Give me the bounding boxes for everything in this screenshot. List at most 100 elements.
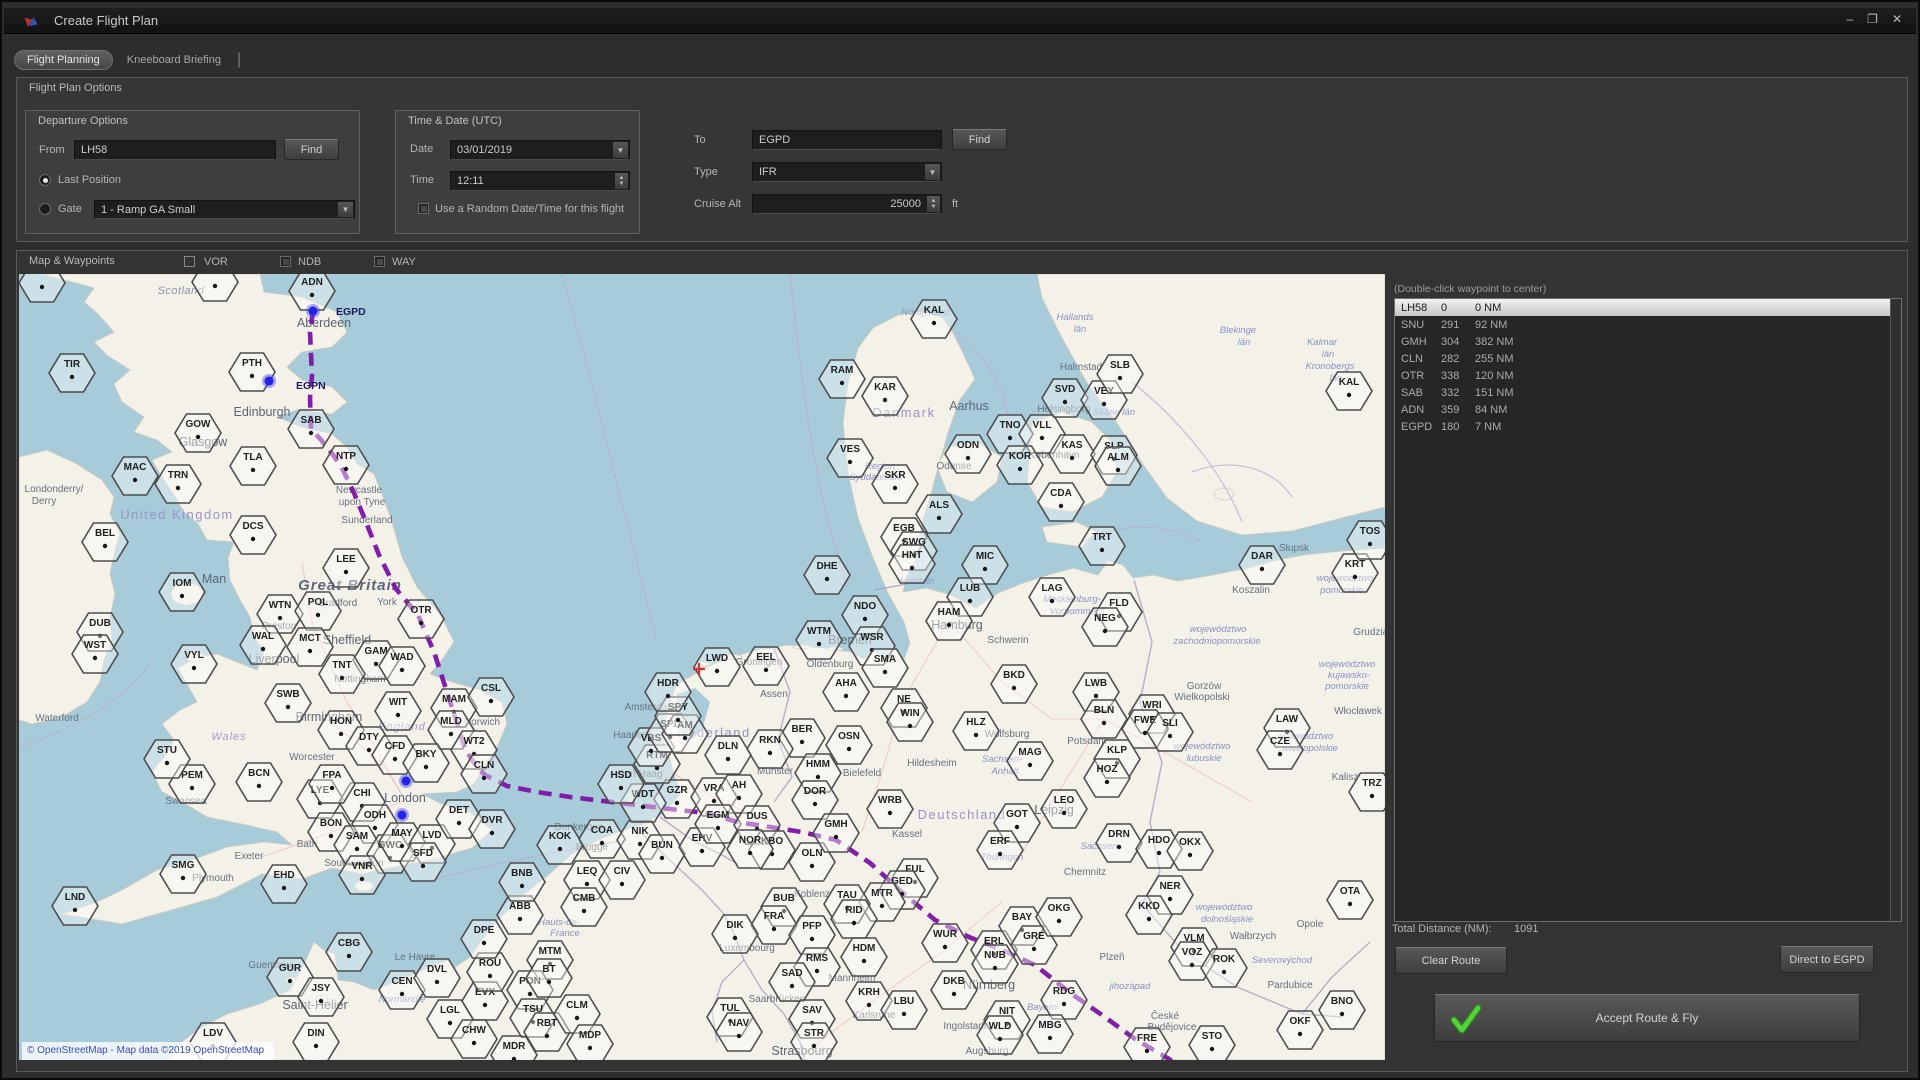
svg-text:SAM: SAM [346, 831, 368, 842]
svg-text:VYL: VYL [184, 650, 203, 661]
tab-flight-planning[interactable]: Flight Planning [14, 50, 113, 70]
ndb-label: NDB [298, 256, 321, 268]
waypoint-list-scrollbar[interactable] [1890, 299, 1901, 921]
svg-text:KAL: KAL [924, 305, 945, 316]
svg-text:HOZ: HOZ [1096, 764, 1117, 775]
svg-text:OSN: OSN [838, 731, 860, 742]
last-position-radio[interactable] [39, 174, 51, 186]
city-label: Hildesheim [907, 758, 956, 769]
city-label: Londonderry/ [25, 484, 84, 495]
svg-text:GUR: GUR [279, 963, 302, 974]
gate-radio[interactable] [39, 203, 51, 215]
tab-separator: | [237, 51, 241, 69]
waypoint-list[interactable]: LH5800 NMSNU29192 NMGMH304382 NMCLN28225… [1394, 298, 1902, 922]
from-find-button[interactable]: Find [284, 139, 339, 160]
svg-text:SAV: SAV [802, 1005, 822, 1016]
waypoint-row-EGPD[interactable]: EGPD1807 NM [1395, 418, 1901, 435]
accept-route-fly-label: Accept Route & Fly [1596, 1011, 1699, 1025]
date-input[interactable]: 03/01/2019▼ [450, 140, 630, 160]
to-find-button[interactable]: Find [952, 129, 1007, 150]
svg-text:BKD: BKD [1003, 670, 1025, 681]
city-label: Kalmar [1307, 337, 1338, 348]
date-dropdown-arrow[interactable]: ▼ [613, 142, 628, 158]
city-label: Deutschland [918, 807, 1007, 822]
svg-text:ROU: ROU [479, 958, 501, 969]
time-input[interactable]: 12:11▲▼ [450, 171, 630, 191]
waypoint-row-SNU[interactable]: SNU29192 NM [1395, 316, 1901, 333]
city-label: län [1322, 349, 1335, 360]
close-button[interactable]: ✕ [1892, 12, 1902, 26]
city-label: United Kingdom [120, 507, 234, 522]
green-check-icon [1449, 1002, 1483, 1036]
svg-text:NDO: NDO [854, 601, 876, 612]
osm-attribution[interactable]: © OpenStreetMap - Map data ©2019 OpenStr… [22, 1042, 274, 1060]
direct-to-egpd-button[interactable]: Direct to EGPD [1780, 946, 1874, 973]
from-input[interactable]: LH58 [74, 140, 276, 160]
waypoint-row-ADN[interactable]: ADN35984 NM [1395, 401, 1901, 418]
random-datetime-checkbox[interactable] [418, 203, 429, 214]
svg-text:RDG: RDG [1053, 986, 1075, 997]
svg-text:RKN: RKN [759, 735, 781, 746]
gate-dropdown-arrow[interactable]: ▼ [338, 202, 353, 217]
type-dropdown-arrow[interactable]: ▼ [925, 164, 940, 180]
svg-text:LWD: LWD [706, 653, 728, 664]
svg-text:DOR: DOR [804, 786, 827, 797]
svg-text:BEL: BEL [95, 528, 115, 539]
app-icon [26, 14, 40, 28]
svg-text:LGL: LGL [440, 1005, 460, 1016]
gate-select[interactable]: 1 - Ramp GA Small▼ [94, 200, 355, 219]
waypoint-row-OTR[interactable]: OTR338120 NM [1395, 367, 1901, 384]
to-input[interactable]: EGPD [752, 130, 942, 150]
waypoint-row-GMH[interactable]: GMH304382 NM [1395, 333, 1901, 350]
svg-text:CSL: CSL [481, 683, 501, 694]
city-label: London [384, 791, 426, 805]
svg-text:PTH: PTH [242, 358, 262, 369]
title-bar: Create Flight Plan – ❐ ✕ [4, 8, 1916, 34]
cruise-alt-input[interactable]: 25000▲▼ [752, 194, 942, 214]
minimize-button[interactable]: – [1846, 12, 1853, 26]
svg-text:WUR: WUR [933, 929, 958, 940]
city-label: Pardubice [1267, 980, 1312, 991]
accept-route-fly-button[interactable]: Accept Route & Fly [1434, 994, 1860, 1042]
svg-text:COA: COA [591, 825, 613, 836]
svg-text:CIV: CIV [614, 866, 631, 877]
maximize-button[interactable]: ❐ [1867, 12, 1878, 26]
type-select[interactable]: IFR▼ [752, 162, 942, 182]
svg-text:TNO: TNO [999, 420, 1020, 431]
svg-text:OTR: OTR [410, 605, 432, 616]
svg-text:SVD: SVD [1055, 384, 1076, 395]
svg-text:CLM: CLM [566, 1000, 588, 1011]
svg-text:HSD: HSD [610, 770, 631, 781]
svg-text:LAW: LAW [1276, 714, 1299, 725]
waypoint-row-LH58[interactable]: LH5800 NM [1395, 299, 1901, 316]
tab-kneeboard-briefing[interactable]: Kneeboard Briefing [113, 51, 235, 69]
svg-text:WAL: WAL [252, 631, 274, 642]
city-label: Halmstad [1060, 362, 1102, 373]
way-checkbox[interactable] [374, 256, 385, 267]
map-canvas[interactable]: ScotlandAberdeenEdinburghGlasgowUnited K… [19, 274, 1385, 1060]
clear-route-button[interactable]: Clear Route [1395, 947, 1507, 974]
cruise-alt-label: Cruise Alt [694, 198, 741, 210]
cruise-alt-spinner[interactable]: ▲▼ [927, 196, 940, 212]
svg-text:HNT: HNT [902, 550, 923, 561]
total-distance-label: Total Distance (NM): [1392, 923, 1492, 935]
svg-text:RAM: RAM [831, 365, 854, 376]
svg-text:DUS: DUS [746, 811, 767, 822]
svg-text:CHI: CHI [353, 788, 370, 799]
svg-text:HDR: HDR [657, 678, 679, 689]
ndb-checkbox[interactable] [280, 256, 291, 267]
waypoint-row-CLN[interactable]: CLN282255 NM [1395, 350, 1901, 367]
svg-text:STU: STU [157, 745, 177, 756]
svg-text:DAR: DAR [1251, 551, 1273, 562]
waypoint-row-SAB[interactable]: SAB332151 NM [1395, 384, 1901, 401]
gate-label: Gate [58, 203, 82, 215]
time-spinner[interactable]: ▲▼ [615, 173, 628, 189]
svg-text:OLN: OLN [801, 848, 822, 859]
svg-text:DUB: DUB [89, 618, 111, 629]
city-label: Oldenburg [807, 659, 854, 670]
city-label: Włocławek [1334, 706, 1383, 717]
svg-text:KRT: KRT [1345, 559, 1366, 570]
vor-checkbox[interactable] [184, 256, 195, 267]
svg-text:MIC: MIC [976, 551, 994, 562]
svg-text:NER: NER [1159, 881, 1181, 892]
